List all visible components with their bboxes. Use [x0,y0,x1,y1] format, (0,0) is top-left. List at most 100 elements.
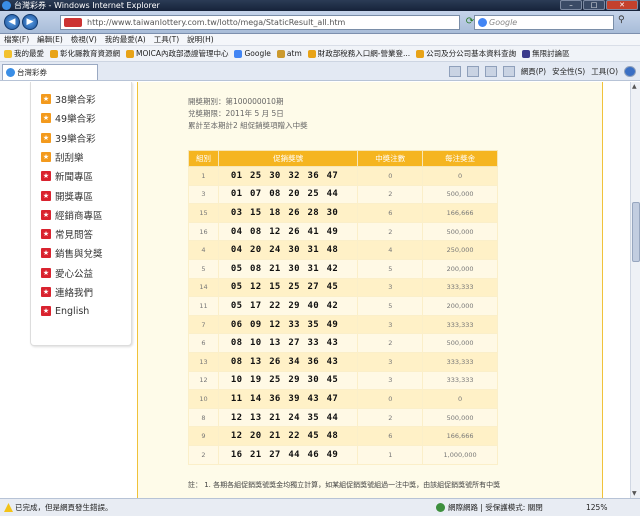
menu-edit[interactable]: 編輯(E) [37,34,63,45]
fav-link-2[interactable]: MOICA內政部憑證管理中心 [126,46,228,61]
cell-group: 13 [188,351,219,372]
cell-prize: 333,333 [422,370,498,391]
print-icon[interactable] [502,66,515,77]
scroll-up-icon[interactable]: ▲ [632,83,637,90]
sidebar-item[interactable]: ★ 39樂合彩 [41,129,96,147]
page-viewport: ★ 38樂合彩 ★ 49樂合彩 ★ 39樂合彩 ★ 刮刮樂 ★ 新聞專區 ★ 開獎專區 ★ 經銷商專區 ★ 常… [0,82,630,498]
table-row: 16 04 08 12 26 41 49 2 500,000 [188,221,498,242]
star-icon: ★ [41,113,51,124]
fav-link-3[interactable]: Google [234,46,271,61]
fav-link-6[interactable]: 公司及分公司基本資料查詢 [416,46,516,61]
sidebar-item-label: 38樂合彩 [55,95,96,106]
cell-group: 1 [188,166,219,186]
sidebar-item[interactable]: ★ 常見問答 [41,225,93,243]
favorites-bar: 我的最愛 彰化縣教育資源網 MOICA內政部憑證管理中心 Google atm … [0,46,640,62]
cell-group: 15 [188,203,219,223]
sidebar-item[interactable]: ★ 開獎專區 [41,187,93,205]
page-icon [416,49,425,58]
sidebar-item[interactable]: ★ 刮刮樂 [41,148,84,166]
fav-link-7[interactable]: 無限討論區 [522,46,570,61]
cell-numbers: 12 20 21 22 45 48 [217,426,359,446]
star-icon: ★ [41,267,51,278]
cell-numbers: 05 12 15 25 27 45 [217,277,359,298]
fav-link-4[interactable]: atm [276,46,302,61]
col-group: 組別 [188,150,219,167]
cell-group: 7 [188,314,219,335]
sidebar-item[interactable]: ★ 愛心公益 [41,264,93,282]
menu-help[interactable]: 說明(H) [187,34,214,45]
ie-icon [6,68,15,77]
tools-menu[interactable]: 工具(O) [591,64,618,79]
sidebar-item[interactable]: ★ 經銷商專區 [41,206,103,224]
favorites-button[interactable]: 我的最愛 [4,46,44,61]
scroll-down-icon[interactable]: ▼ [632,490,637,497]
cell-numbers: 05 08 21 30 31 42 [217,258,359,279]
fav-link-5[interactable]: 財政部稅務入口網-營業登... [307,46,410,61]
search-icon[interactable]: ⚲ [618,15,625,25]
star-icon: ★ [41,132,51,143]
sidebar-item-label: English [55,305,90,317]
cell-group: 3 [188,184,219,205]
cell-numbers: 03 15 18 26 28 30 [217,203,359,223]
window-titlebar: 台灣彩券 - Windows Internet Explorer – □ ✕ [0,0,640,11]
cell-numbers: 12 13 21 24 35 44 [217,407,359,428]
cell-prize: 250,000 [422,240,498,260]
window-controls: – □ ✕ [560,0,638,11]
star-icon: ★ [41,151,51,162]
security-zone[interactable]: 網際網路 | 受保護模式: 關閉 [436,499,543,516]
sidebar-item[interactable]: ★ 連絡我們 [41,283,93,301]
cell-group: 10 [188,389,219,409]
menu-tools[interactable]: 工具(T) [154,34,179,45]
menu-file[interactable]: 檔案(F) [4,34,29,45]
sidebar-item-label: 銷售與兌獎 [55,249,103,261]
cell-prize: 500,000 [422,333,498,353]
close-button[interactable]: ✕ [606,0,638,10]
sidebar-item[interactable]: ★ 銷售與兌獎 [41,244,103,262]
cell-winners: 6 [357,426,424,446]
star-icon: ★ [41,306,51,317]
forward-icon[interactable]: ▶ [22,14,38,30]
sidebar-item[interactable]: ★ English [41,302,89,320]
zoom-level[interactable]: 125% [586,499,607,516]
star-icon: ★ [41,248,51,259]
table-row: 1 01 25 30 32 36 47 0 0 [188,166,498,186]
status-message[interactable]: 已完成，但是網頁發生錯誤。 [4,499,113,516]
cell-winners: 3 [357,277,424,298]
star-icon: ★ [41,287,51,297]
results-table: 組別 促銷獎號 中獎注數 每注獎金 1 01 25 30 32 36 47 0 0 3 0… [188,150,498,465]
back-icon[interactable]: ◀ [4,14,20,30]
safety-menu[interactable]: 安全性(S) [552,64,585,79]
vertical-scrollbar[interactable]: ▲ ▼ [630,82,640,498]
feeds-icon[interactable] [466,66,479,77]
sidebar-item-label: 連絡我們 [55,288,94,299]
cell-numbers: 04 20 24 30 31 48 [217,240,359,260]
table-row: 12 10 19 25 29 30 45 3 333,333 [188,370,498,391]
cell-winners: 0 [357,389,424,409]
tab-taiwan-lottery[interactable]: 台灣彩券 [2,64,98,80]
mail-icon[interactable] [484,66,497,77]
help-icon[interactable] [624,66,636,77]
cell-group: 14 [188,277,219,298]
maximize-button[interactable]: □ [583,0,605,10]
sidebar-item[interactable]: ★ 新聞專區 [41,167,93,185]
cell-prize: 0 [422,389,498,409]
menu-favorites[interactable]: 我的最愛(A) [105,34,146,45]
minimize-button[interactable]: – [560,0,582,10]
menu-view[interactable]: 檢視(V) [71,34,97,45]
cell-winners: 2 [357,407,424,428]
window-title: 台灣彩券 - Windows Internet Explorer [14,1,160,10]
sidebar-item[interactable]: ★ 49樂合彩 [41,109,96,127]
fav-link-1[interactable]: 彰化縣教育資源網 [50,46,120,61]
cell-prize: 0 [422,166,498,186]
sidebar-item[interactable]: ★ 38樂合彩 [41,90,96,108]
sidebar-item-label: 經銷商專區 [55,210,103,222]
scroll-thumb[interactable] [632,202,640,262]
table-row: 5 05 08 21 30 31 42 5 200,000 [188,258,498,279]
home-icon[interactable] [448,66,461,77]
search-input[interactable]: Google [474,15,614,30]
col-prize: 每注獎金 [422,150,498,167]
address-input[interactable]: http://www.taiwanlottery.com.tw/lotto/me… [60,15,460,30]
table-row: 8 12 13 21 24 35 44 2 500,000 [188,407,498,428]
sidebar-item-label: 49樂合彩 [55,114,96,126]
page-menu[interactable]: 網頁(P) [521,64,546,79]
